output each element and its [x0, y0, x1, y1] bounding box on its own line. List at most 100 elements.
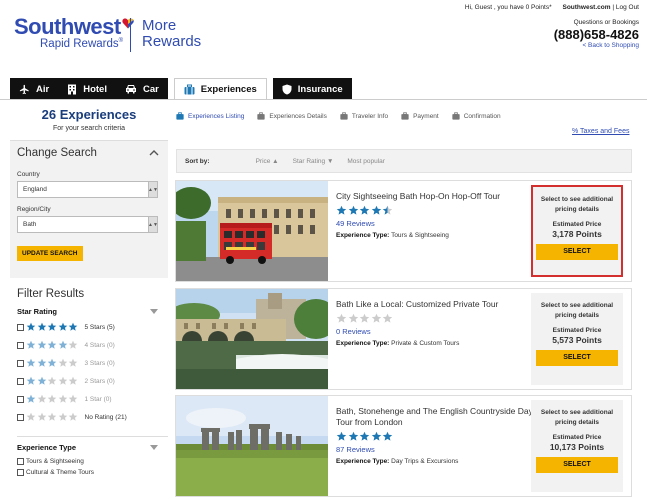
phone-number[interactable]: (888)658-4826: [465, 27, 639, 42]
back-to-shopping-link[interactable]: < Back to Shopping: [465, 42, 639, 49]
chevron-up-icon[interactable]: [149, 149, 159, 156]
experience-type-value: Tours & Sightseeing: [391, 232, 449, 239]
estimated-price-label: Estimated Price: [552, 221, 602, 228]
checkbox[interactable]: [17, 323, 24, 331]
select-button[interactable]: SELECT: [536, 457, 618, 473]
suitcase-icon: [340, 112, 348, 120]
tab-experiences[interactable]: Experiences: [173, 78, 267, 100]
experience-type-label: Experience Type:: [336, 232, 390, 239]
sort-price[interactable]: Price ▲: [256, 158, 279, 165]
tab-car[interactable]: Car: [115, 78, 168, 100]
star-icon: [47, 376, 57, 385]
experiences-count: 26 Experiences: [41, 107, 137, 122]
star-icon: [47, 340, 57, 349]
region-select[interactable]: Bath ▲▼: [17, 216, 158, 233]
experience-type-label: Experience Type:: [336, 340, 390, 347]
result-details: City Sightseeing Bath Hop-On Hop-Off Tou…: [336, 191, 536, 239]
sort-most-popular[interactable]: Most popular: [347, 158, 385, 165]
star-icon: [336, 205, 347, 215]
checkbox[interactable]: [17, 469, 24, 476]
sort-by-label: Sort by:: [185, 157, 210, 165]
experience-type-option[interactable]: Tours & Sightseeing: [17, 456, 168, 467]
experiences-count-subtitle: For your search criteria: [53, 125, 125, 132]
result-details: Bath, Stonehenge and The English Country…: [336, 406, 536, 465]
tab-hotel[interactable]: Hotel: [58, 78, 116, 100]
star-filter-option[interactable]: No Rating (21): [17, 408, 168, 426]
star-filter-option[interactable]: 5 Stars (5): [17, 318, 168, 336]
experience-type-label: Experience Type:: [336, 458, 390, 465]
collapse-triangle-icon[interactable]: [150, 445, 158, 450]
star-icon: [47, 358, 57, 367]
result-title-link[interactable]: Bath Like a Local: Customized Private To…: [336, 299, 536, 310]
checkbox[interactable]: [17, 458, 24, 465]
star-icon: [68, 322, 78, 331]
star-icon: [37, 376, 46, 385]
pulteney-bridge-photo[interactable]: [176, 289, 328, 389]
result-title-link[interactable]: Bath, Stonehenge and The English Country…: [336, 406, 536, 428]
star-filter-stars: [26, 394, 79, 404]
step-confirmation: Confirmation: [452, 112, 501, 120]
more-rewards-wordmark: More Rewards: [142, 18, 201, 50]
star-filter-option[interactable]: 1 Star (0): [17, 390, 168, 408]
price-points: 10,173 Points: [549, 442, 605, 452]
taxes-and-fees-link[interactable]: % Taxes and Fees: [572, 128, 629, 135]
tab-air[interactable]: Air: [10, 78, 59, 100]
result-title-link[interactable]: City Sightseeing Bath Hop-On Hop-Off Tou…: [336, 191, 536, 202]
star-icon: [336, 431, 347, 441]
region-label: Region/City: [17, 206, 51, 213]
step-label: Confirmation: [463, 112, 501, 120]
select-button[interactable]: SELECT: [536, 244, 618, 260]
reviews-link[interactable]: 0 Reviews: [336, 327, 536, 336]
step-label: Traveler Info: [351, 112, 389, 120]
star-filter-stars: [26, 412, 79, 422]
step-traveler-info: Traveler Info: [340, 112, 388, 120]
product-tabs: Air Hotel Car Experiences Insurance: [10, 78, 352, 100]
questions-label: Questions or Bookings: [573, 19, 639, 26]
southwest-logo[interactable]: Southwest Rapid Rewards®: [14, 14, 134, 50]
suitcase-icon: [401, 112, 409, 120]
result-details: Bath Like a Local: Customized Private To…: [336, 299, 536, 347]
price-box: Select to see additional pricing details…: [531, 293, 623, 385]
result-card: Bath Like a Local: Customized Private To…: [175, 288, 632, 390]
reviews-link[interactable]: 87 Reviews: [336, 445, 536, 454]
checkbox[interactable]: [17, 359, 24, 367]
star-filter-option[interactable]: 3 Stars (0): [17, 354, 168, 372]
southwest-com-link[interactable]: Southwest.com: [562, 4, 610, 11]
star-filter-stars: [26, 376, 79, 386]
select-button[interactable]: SELECT: [536, 350, 618, 366]
star-filter-option[interactable]: 4 Stars (0): [17, 336, 168, 354]
reviews-link[interactable]: 49 Reviews: [336, 219, 536, 228]
country-select[interactable]: England ▲▼: [17, 181, 158, 198]
suitcase-icon: [176, 112, 184, 120]
checkbox[interactable]: [17, 395, 24, 403]
star-icon: [359, 313, 370, 323]
result-card: City Sightseeing Bath Hop-On Hop-Off Tou…: [175, 180, 632, 282]
update-search-button[interactable]: UPDATE SEARCH: [17, 246, 83, 261]
star-icon: [58, 322, 67, 331]
car-icon: [125, 85, 136, 94]
bath-bus-photo[interactable]: [176, 181, 328, 281]
guest-greeting: Hi, Guest , you have 0 Points*: [464, 4, 552, 11]
step-label: Payment: [413, 112, 439, 120]
stonehenge-photo[interactable]: [176, 396, 328, 496]
star-filter-label: 5 Stars (5): [84, 323, 115, 331]
step-experiences-listing[interactable]: Experiences Listing: [176, 112, 244, 120]
price-box: Select to see additional pricing details…: [531, 400, 623, 492]
estimated-price-label: Estimated Price: [552, 434, 602, 441]
logout-link[interactable]: Log Out: [616, 4, 639, 11]
star-icon: [336, 313, 347, 323]
collapse-triangle-icon[interactable]: [150, 309, 158, 314]
star-filter-option[interactable]: 2 Stars (0): [17, 372, 168, 390]
select-arrow-icon: ▲▼: [148, 217, 158, 232]
experience-type-option[interactable]: Cultural & Theme Tours: [17, 467, 168, 478]
checkbox[interactable]: [17, 413, 24, 421]
checkbox[interactable]: [17, 377, 24, 385]
star-filter-stars: [26, 358, 79, 368]
pricing-note: Select to see additional pricing details: [540, 302, 614, 319]
sort-star-rating[interactable]: Star Rating ▼: [293, 158, 334, 165]
tab-insurance[interactable]: Insurance: [272, 78, 352, 100]
checkbox[interactable]: [17, 341, 24, 349]
experience-type-label: Cultural & Theme Tours: [26, 469, 95, 476]
shield-icon: [282, 84, 292, 94]
result-card: Bath, Stonehenge and The English Country…: [175, 395, 632, 497]
